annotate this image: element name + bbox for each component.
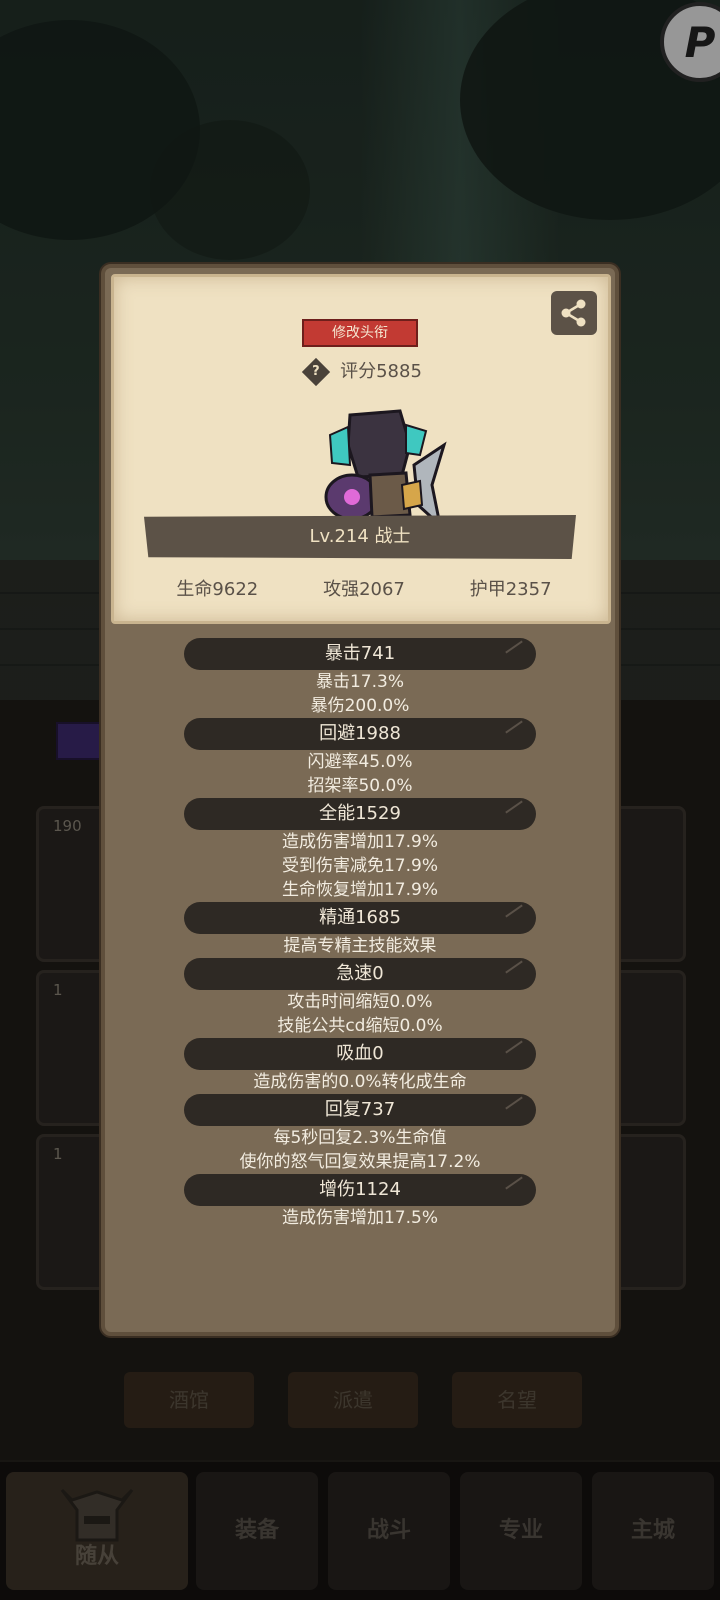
hp-stat: 生命9622: [176, 579, 259, 600]
score-line: ? 评分5885: [114, 357, 614, 387]
attribute-header: 吸血0: [184, 1038, 536, 1070]
core-stats: 生命9622 攻强2067 护甲2357: [114, 575, 614, 601]
attribute-detail: 造成伤害增加17.9%: [281, 832, 438, 852]
attribute-header: 回复737: [184, 1094, 536, 1126]
help-icon[interactable]: ?: [301, 357, 331, 387]
attribute-detail: 暴击17.3%: [315, 672, 404, 692]
attribute-detail: 使你的怒气回复效果提高17.2%: [239, 1152, 481, 1172]
attribute-header: 暴击741: [184, 638, 536, 670]
attribute-detail: 技能公共cd缩短0.0%: [277, 1016, 443, 1036]
attribute-detail: 招架率50.0%: [307, 776, 413, 796]
attribute-detail: 闪避率45.0%: [307, 752, 413, 772]
attack-stat: 攻强2067: [323, 579, 405, 600]
attribute-detail: 攻击时间缩短0.0%: [287, 992, 433, 1012]
armor-stat: 护甲2357: [469, 579, 552, 600]
attribute-detail: 造成伤害增加17.5%: [281, 1208, 438, 1228]
attribute-detail: 受到伤害减免17.9%: [281, 856, 438, 876]
attribute-list[interactable]: 暴击741 暴击17.3% 暴伤200.0% 回避1988 闪避率45.0% 招…: [105, 638, 615, 1230]
attribute-header: 急速0: [184, 958, 536, 990]
attribute-header: 增伤1124: [184, 1174, 536, 1206]
level-class-bar: Lv.214 战士: [144, 515, 576, 559]
attribute-detail: 暴伤200.0%: [310, 696, 410, 716]
share-icon: [561, 299, 586, 327]
score-value: 评分5885: [340, 361, 422, 382]
share-button[interactable]: [551, 291, 597, 335]
attribute-detail: 造成伤害的0.0%转化成生命: [253, 1072, 467, 1092]
warrior-avatar: [324, 409, 447, 530]
attribute-detail: 提高专精主技能效果: [283, 936, 437, 956]
attribute-header: 全能1529: [184, 798, 536, 830]
attribute-header: 精通1685: [184, 902, 536, 934]
change-title-button[interactable]: 修改头衔: [302, 319, 418, 347]
hero-info-card: 修改头衔 ? 评分5885 Lv.214 战士 生命9622 攻强2067 护甲2…: [111, 274, 611, 624]
attribute-header: 回避1988: [184, 718, 536, 750]
attribute-detail: 生命恢复增加17.9%: [281, 880, 438, 900]
hero-detail-panel: 修改头衔 ? 评分5885 Lv.214 战士 生命9622 攻强2067 护甲2…: [101, 264, 619, 1336]
attribute-detail: 每5秒回复2.3%生命值: [273, 1128, 447, 1148]
